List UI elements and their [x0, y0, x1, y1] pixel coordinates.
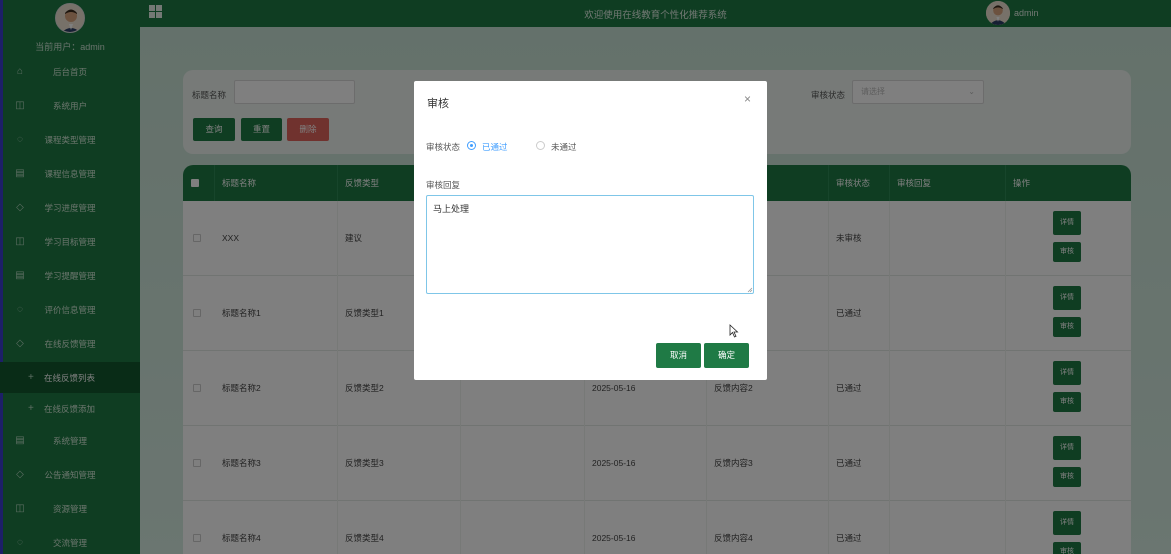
mouse-cursor-icon: [729, 324, 739, 338]
confirm-button[interactable]: 确定: [704, 343, 749, 368]
radio-rejected[interactable]: [536, 141, 545, 150]
cancel-button[interactable]: 取消: [656, 343, 701, 368]
radio-approved-label[interactable]: 已通过: [482, 141, 508, 153]
radio-rejected-label[interactable]: 未通过: [551, 141, 577, 153]
reply-textarea[interactable]: 马上处理: [426, 195, 754, 294]
dialog-title: 审核: [427, 98, 449, 110]
review-dialog: 审核 × 审核状态 已通过 未通过 审核回复 马上处理 取消 确定: [414, 81, 767, 380]
reply-label: 审核回复: [426, 180, 461, 190]
resize-handle-icon[interactable]: [747, 287, 753, 293]
status-label: 审核状态: [426, 142, 461, 152]
close-icon[interactable]: ×: [744, 92, 751, 106]
radio-approved[interactable]: [467, 141, 476, 150]
